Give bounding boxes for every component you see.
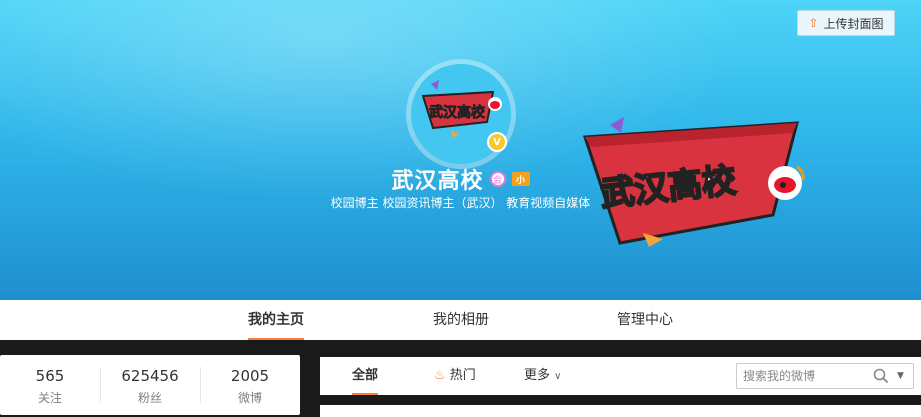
stat-following-value: 565 <box>35 367 65 385</box>
profile-cover: ⇧ 上传封面图 武汉高校 武汉高校 V 武汉高校 会 小 校园博主 校园资讯博主… <box>0 0 921 300</box>
tab-album[interactable]: 我的相册 <box>432 300 490 340</box>
stat-followers-value: 625456 <box>121 367 179 385</box>
upload-icon: ⇧ <box>808 16 819 30</box>
search-icon[interactable] <box>873 368 889 384</box>
level-badge-icon[interactable]: 小 <box>511 172 530 186</box>
stat-following-label: 关注 <box>37 391 62 405</box>
profile-name-row: 武汉高校 会 小 <box>0 163 921 195</box>
avatar-text: 武汉高校 <box>429 104 486 121</box>
feed-tab-hot-label: 热门 <box>449 368 476 383</box>
verified-badge: V <box>487 132 507 152</box>
stat-following[interactable]: 565 关注 <box>0 355 100 415</box>
stat-followers-label: 粉丝 <box>137 391 162 405</box>
stat-posts[interactable]: 2005 微博 <box>200 355 300 415</box>
profile-nav: 我的主页 我的相册 管理中心 <box>0 300 921 340</box>
feed-tab-hot[interactable]: ♨ 热门 <box>434 357 480 395</box>
upload-cover-button[interactable]: ⇧ 上传封面图 <box>797 10 895 36</box>
profile-description: 校园博主 校园资讯博主（武汉） 教育视频自媒体 <box>330 196 591 210</box>
chevron-down-icon: ∨ <box>554 371 562 382</box>
tab-home[interactable]: 我的主页 <box>248 300 304 340</box>
profile-name: 武汉高校 <box>391 169 484 194</box>
feed-tab-all[interactable]: 全部 <box>352 357 378 395</box>
avatar-frame[interactable]: 武汉高校 V <box>406 59 516 169</box>
stat-posts-value: 2005 <box>230 367 270 385</box>
stat-followers[interactable]: 625456 粉丝 <box>100 355 200 415</box>
upload-cover-label: 上传封面图 <box>823 16 884 31</box>
member-badge-icon[interactable]: 会 <box>489 171 506 187</box>
stat-posts-label: 微博 <box>237 391 262 405</box>
tab-manage-center[interactable]: 管理中心 <box>616 300 674 340</box>
search-input[interactable] <box>743 367 863 385</box>
profile-stats: 565 关注 625456 粉丝 2005 微博 <box>0 355 300 415</box>
flame-icon: ♨ <box>434 368 446 383</box>
feed-search-box: ▼ <box>736 363 914 389</box>
feed-tab-more[interactable]: 更多 ∨ <box>524 357 570 395</box>
feed-content <box>320 405 921 417</box>
feed-tab-more-label: 更多 <box>524 368 551 383</box>
feed-filter-bar: 全部 ♨ 热门 更多 ∨ ▼ <box>320 357 921 395</box>
search-options-icon[interactable]: ▼ <box>897 371 904 381</box>
